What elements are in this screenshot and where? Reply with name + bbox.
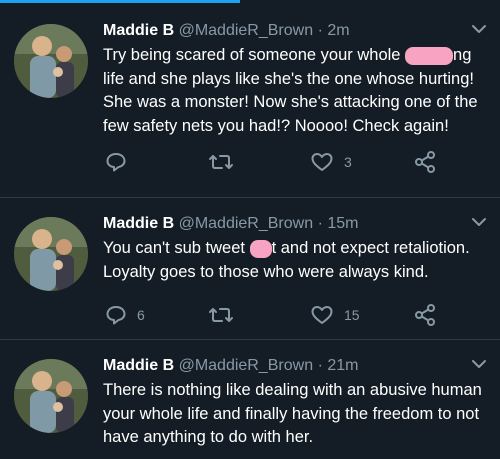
timestamp[interactable]: 21m xyxy=(327,357,358,374)
top-progress-accent xyxy=(0,0,240,3)
reply-icon xyxy=(105,304,127,326)
heart-icon xyxy=(310,151,334,173)
like-count: 15 xyxy=(344,307,360,323)
tweet-text-start: You can't sub tweet xyxy=(103,239,250,257)
like-count: 3 xyxy=(344,154,352,170)
like-button[interactable]: 3 xyxy=(310,150,352,174)
tweet-header: Maddie B @MaddieR_Brown · 2m xyxy=(103,20,490,42)
retweet-button[interactable] xyxy=(208,303,244,327)
tweet-actions: 3 xyxy=(103,150,490,174)
reply-icon xyxy=(105,151,127,173)
separator: · xyxy=(317,215,323,232)
chevron-down-icon[interactable] xyxy=(470,357,488,371)
share-button[interactable] xyxy=(413,303,437,327)
display-name[interactable]: Maddie B xyxy=(103,357,174,374)
tweet-text: You can't sub tweet sht and not expect r… xyxy=(103,237,490,284)
reply-count: 6 xyxy=(137,307,145,323)
retweet-icon xyxy=(208,151,234,173)
heart-icon xyxy=(310,304,334,326)
timestamp[interactable]: 15m xyxy=(327,215,358,232)
share-icon xyxy=(413,303,437,327)
tweet[interactable]: Maddie B @MaddieR_Brown · 15m You can't … xyxy=(0,199,500,340)
avatar[interactable] xyxy=(14,24,88,98)
user-handle[interactable]: @MaddieR_Brown xyxy=(179,22,314,39)
tweet-actions: 6 15 xyxy=(103,303,490,327)
avatar[interactable] xyxy=(14,217,88,291)
like-button[interactable]: 15 xyxy=(310,303,360,327)
separator: · xyxy=(317,357,323,374)
redaction-mark: life xyxy=(405,47,454,65)
tweet-text-start: Try being scared of someone your whole xyxy=(103,46,406,64)
tweet-text: There is nothing like dealing with an ab… xyxy=(103,379,490,450)
tweet-text: Try being scared of someone your whole l… xyxy=(103,44,490,138)
retweet-icon xyxy=(208,304,234,326)
share-icon xyxy=(413,150,437,174)
tweet[interactable]: Maddie B @MaddieR_Brown · 2m Try being s… xyxy=(0,6,500,198)
chevron-down-icon[interactable] xyxy=(470,215,488,229)
tweet-text-start: There is nothing like dealing with an ab… xyxy=(103,381,482,446)
avatar[interactable] xyxy=(14,359,88,433)
retweet-button[interactable] xyxy=(208,150,244,174)
separator: · xyxy=(317,22,323,39)
timestamp[interactable]: 2m xyxy=(327,22,349,39)
tweet-header: Maddie B @MaddieR_Brown · 15m xyxy=(103,213,490,235)
share-button[interactable] xyxy=(413,150,437,174)
redaction-mark: sh xyxy=(249,240,272,258)
display-name[interactable]: Maddie B xyxy=(103,22,174,39)
user-handle[interactable]: @MaddieR_Brown xyxy=(179,357,314,374)
reply-button[interactable]: 6 xyxy=(105,303,145,327)
display-name[interactable]: Maddie B xyxy=(103,215,174,232)
chevron-down-icon[interactable] xyxy=(470,22,488,36)
user-handle[interactable]: @MaddieR_Brown xyxy=(179,215,314,232)
tweet[interactable]: Maddie B @MaddieR_Brown · 21m There is n… xyxy=(0,341,500,459)
reply-button[interactable] xyxy=(105,150,137,174)
tweet-header: Maddie B @MaddieR_Brown · 21m xyxy=(103,355,490,377)
